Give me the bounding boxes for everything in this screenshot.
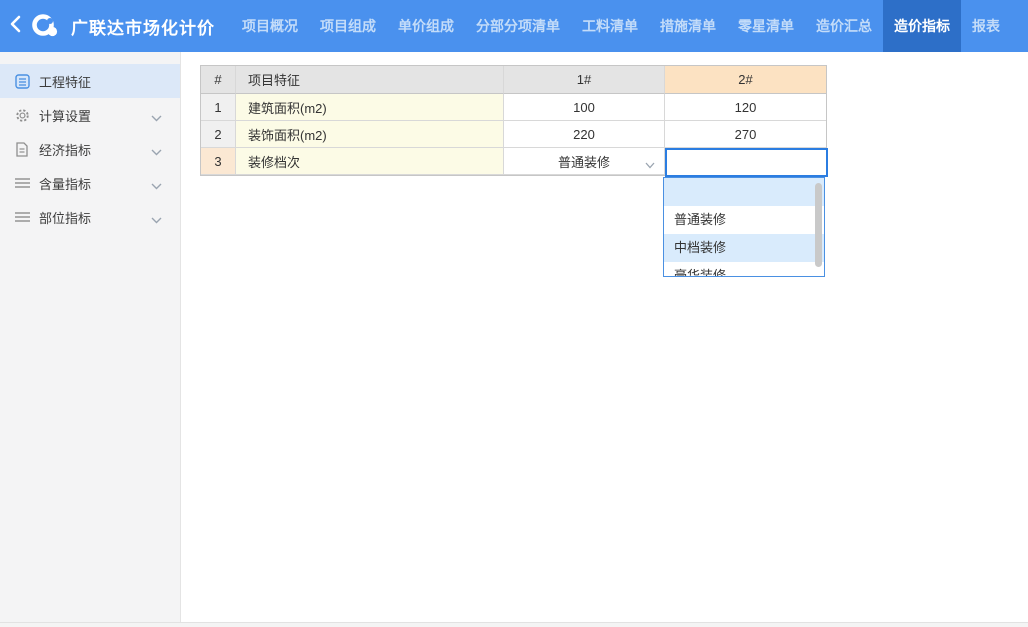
nav-item-measure-list[interactable]: 措施清单 — [649, 0, 727, 52]
header-cell-index[interactable]: # — [201, 66, 236, 94]
dropdown-scrollbar-thumb[interactable] — [815, 183, 822, 267]
app-title: 广联达市场化计价 — [71, 14, 215, 39]
feature-cell[interactable]: 装饰面积(m2) — [236, 121, 504, 148]
dropdown-option-ordinary[interactable]: 普通装修 — [664, 206, 824, 234]
value-cell[interactable]: 100 — [504, 94, 665, 121]
header-cell-feature[interactable]: 项目特征 — [236, 66, 504, 94]
sidebar: 工程特征 计算设置 经济指标 含量指标 — [0, 52, 181, 627]
document-icon — [14, 141, 30, 157]
value-cell[interactable]: 120 — [665, 94, 826, 121]
chevron-left-icon — [9, 15, 21, 38]
dropdown-option-luxury[interactable]: 豪华装修 — [664, 262, 824, 277]
sidebar-item-label: 经济指标 — [39, 140, 91, 159]
header-cell-1[interactable]: 1# — [504, 66, 665, 94]
project-features-table: # 项目特征 1# 2# 1 建筑面积(m2) 100 120 2 装饰面积(m… — [200, 65, 827, 176]
nav-item-cost-indicators[interactable]: 造价指标 — [883, 0, 961, 52]
value-cell[interactable]: 270 — [665, 121, 826, 148]
gear-icon — [14, 107, 30, 123]
dropdown-option-empty[interactable] — [664, 178, 824, 206]
row-num-cell[interactable]: 2 — [201, 121, 236, 148]
header-cell-2[interactable]: 2# — [665, 66, 826, 94]
decoration-grade-dropdown-cell[interactable]: 普通装修 — [504, 148, 665, 175]
glodon-logo-icon — [30, 13, 62, 39]
chevron-down-icon[interactable] — [151, 144, 162, 159]
main-content: # 项目特征 1# 2# 1 建筑面积(m2) 100 120 2 装饰面积(m… — [181, 52, 1028, 627]
dropdown-cell-value: 普通装修 — [558, 152, 610, 171]
nav-item-unit-price-composition[interactable]: 单价组成 — [387, 0, 465, 52]
table-row: 2 装饰面积(m2) 220 270 — [201, 121, 826, 148]
sidebar-item-content-indicators[interactable]: 含量指标 — [0, 166, 180, 200]
nav-item-labor-material-list[interactable]: 工料清单 — [571, 0, 649, 52]
top-bar: 广联达市场化计价 项目概况 项目组成 单价组成 分部分项清单 工料清单 措施清单… — [0, 0, 1028, 52]
nav-item-cost-summary[interactable]: 造价汇总 — [805, 0, 883, 52]
chevron-down-icon[interactable] — [151, 110, 162, 125]
sidebar-item-label: 工程特征 — [39, 72, 91, 91]
sidebar-item-label: 计算设置 — [39, 106, 91, 125]
row-num-cell[interactable]: 1 — [201, 94, 236, 121]
sidebar-item-position-indicators[interactable]: 部位指标 — [0, 200, 180, 234]
dropdown-option-mid[interactable]: 中档装修 — [664, 234, 824, 262]
table-header-row: # 项目特征 1# 2# — [201, 66, 826, 94]
nav-item-project-overview[interactable]: 项目概况 — [231, 0, 309, 52]
table-row: 1 建筑面积(m2) 100 120 — [201, 94, 826, 121]
value-cell[interactable]: 220 — [504, 121, 665, 148]
nav-item-divisional-item-list[interactable]: 分部分项清单 — [465, 0, 571, 52]
sidebar-item-project-features[interactable]: 工程特征 — [0, 64, 180, 98]
feature-cell[interactable]: 装修档次 — [236, 148, 504, 175]
nav-item-reports[interactable]: 报表 — [961, 0, 1011, 52]
row-num-cell[interactable]: 3 — [201, 148, 236, 175]
chevron-down-icon — [645, 157, 655, 172]
back-button[interactable] — [0, 0, 30, 52]
sidebar-item-label: 含量指标 — [39, 174, 91, 193]
feature-cell[interactable]: 建筑面积(m2) — [236, 94, 504, 121]
decoration-grade-dropdown-list: 普通装修 中档装修 豪华装修 — [663, 177, 825, 277]
menu-lines-icon — [14, 175, 30, 191]
top-nav: 项目概况 项目组成 单价组成 分部分项清单 工料清单 措施清单 零星清单 造价汇… — [231, 0, 1011, 52]
feature-list-icon — [14, 73, 30, 89]
sidebar-item-calc-settings[interactable]: 计算设置 — [0, 98, 180, 132]
horizontal-scrollbar-track[interactable] — [0, 622, 1028, 627]
nav-item-sundry-list[interactable]: 零星清单 — [727, 0, 805, 52]
selected-cell-editor[interactable] — [665, 148, 828, 177]
sidebar-item-economic-indicators[interactable]: 经济指标 — [0, 132, 180, 166]
nav-item-project-composition[interactable]: 项目组成 — [309, 0, 387, 52]
menu-lines-icon — [14, 209, 30, 225]
sidebar-item-label: 部位指标 — [39, 208, 91, 227]
chevron-down-icon[interactable] — [151, 212, 162, 227]
chevron-down-icon[interactable] — [151, 178, 162, 193]
